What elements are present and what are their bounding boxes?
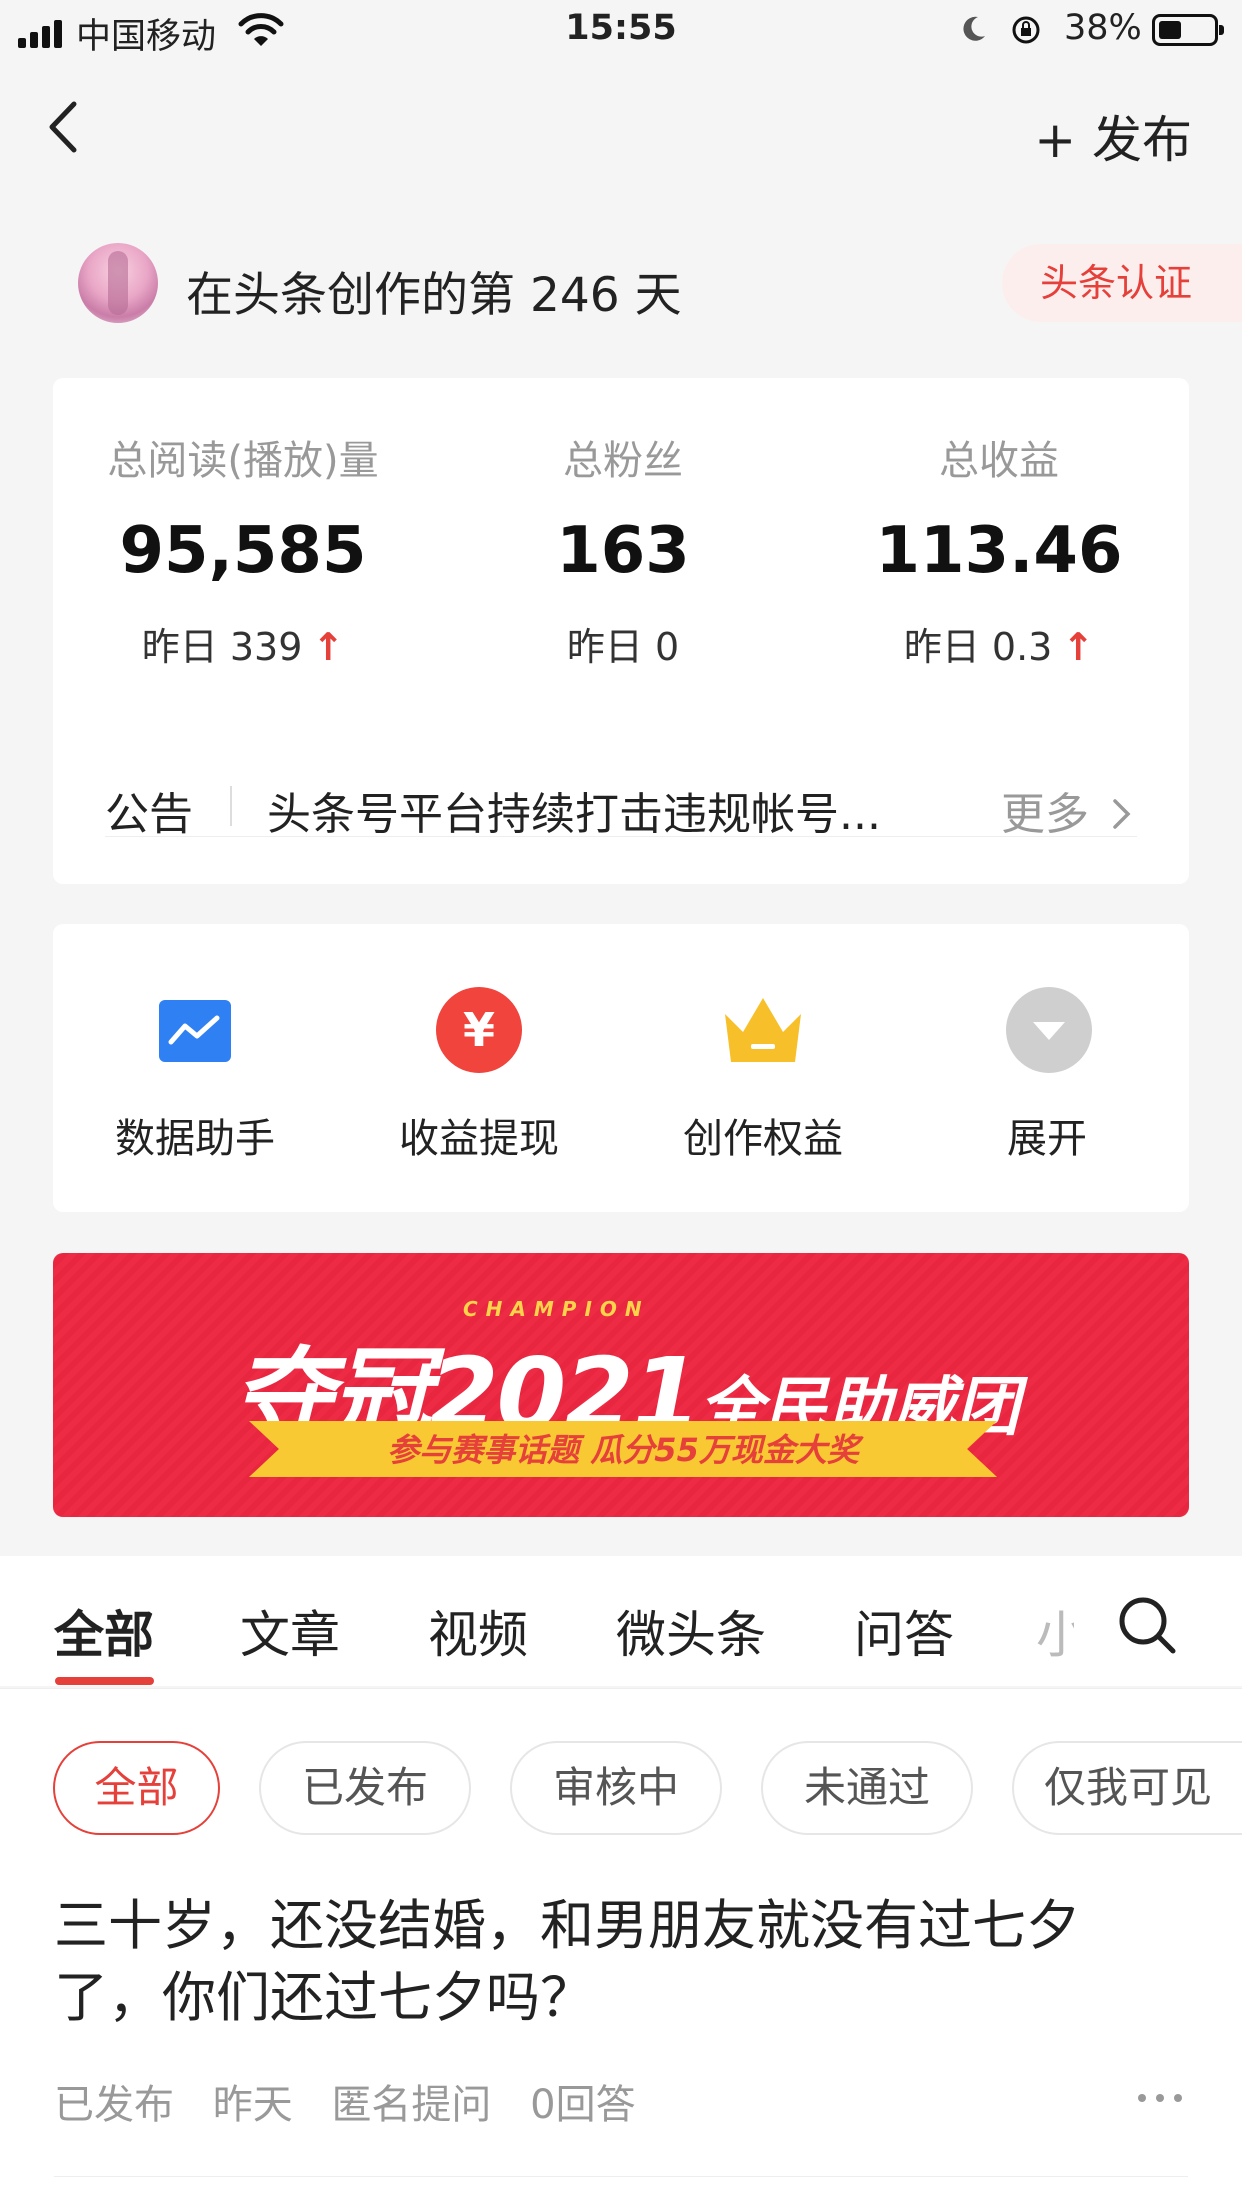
- tool-expand[interactable]: 展开: [905, 924, 1189, 1212]
- post-answers: 0回答: [530, 2082, 636, 2128]
- battery-percent: 38%: [1064, 8, 1142, 48]
- rotation-lock-icon: [1012, 16, 1040, 44]
- tool-label: 创作权益: [683, 1116, 843, 1162]
- status-bar: 中国移动 15:55 38%: [0, 0, 1242, 62]
- yuan-glyph: ¥: [463, 1003, 495, 1057]
- post-meta: 已发布 昨天 匿名提问 0回答: [54, 2072, 662, 2130]
- stat-sub-reads-text: 昨日 339: [141, 625, 303, 669]
- divider: [54, 2176, 1188, 2177]
- tab-all[interactable]: 全部: [54, 1595, 154, 1667]
- data-chart-icon: [159, 1000, 231, 1062]
- stat-value-reads[interactable]: 95,585: [53, 514, 433, 588]
- stat-value-income[interactable]: 113.46: [809, 514, 1189, 588]
- expand-icon: [1006, 987, 1092, 1073]
- yuan-icon: ¥: [436, 987, 522, 1073]
- tab-more-partial[interactable]: 小: [1036, 1595, 1074, 1667]
- post-type: 匿名提问: [331, 2082, 492, 2128]
- stat-label-reads: 总阅读(播放)量: [107, 438, 379, 484]
- tab-qa[interactable]: 问答: [854, 1595, 954, 1667]
- creation-days: 在头条创作的第 246 天: [186, 268, 682, 323]
- moon-icon: [963, 16, 985, 41]
- more-label: 更多: [1001, 789, 1089, 840]
- up-arrow-icon: ↑: [312, 625, 345, 669]
- tab-active-indicator: [55, 1677, 154, 1685]
- stat-value-fans[interactable]: 163: [433, 514, 813, 588]
- notice-label: 公告: [105, 789, 193, 840]
- tool-label: 展开: [1007, 1116, 1087, 1162]
- more-options-icon[interactable]: [1138, 2094, 1184, 2104]
- stat-sub-income-text: 昨日 0.3: [903, 625, 1053, 669]
- battery-icon: [1152, 14, 1224, 46]
- filter-private[interactable]: 仅我可见: [1012, 1741, 1242, 1835]
- stat-sub-fans: 昨日 0: [433, 616, 813, 671]
- status-time: 15:55: [565, 8, 677, 48]
- crown-icon: [725, 998, 801, 1062]
- filter-published[interactable]: 已发布: [259, 1741, 471, 1835]
- notice-separator: [230, 786, 232, 826]
- tool-creator-rights[interactable]: 创作权益: [621, 924, 905, 1212]
- banner-ribbon-text: 参与赛事话题 瓜分55万现金大奖: [387, 1431, 859, 1469]
- filter-reviewing[interactable]: 审核中: [510, 1741, 722, 1835]
- stats-card: 总阅读(播放)量 总粉丝 总收益 95,585 163 113.46 昨日 33…: [53, 378, 1189, 884]
- tool-data-assistant[interactable]: 数据助手: [53, 924, 337, 1212]
- stat-sub-income: 昨日 0.3 ↑: [809, 616, 1189, 671]
- tool-income-withdraw[interactable]: ¥ 收益提现: [337, 924, 621, 1212]
- stat-sub-fans-text: 昨日 0: [566, 625, 680, 669]
- chevron-right-icon: [1113, 799, 1131, 829]
- post-time: 昨天: [212, 2082, 293, 2128]
- post-status: 已发布: [54, 2082, 174, 2128]
- more-link[interactable]: 更多: [1001, 778, 1133, 842]
- tool-label: 收益提现: [399, 1116, 559, 1162]
- tab-videos[interactable]: 视频: [428, 1595, 528, 1667]
- tab-articles[interactable]: 文章: [240, 1595, 340, 1667]
- stat-label-income: 总收益: [939, 438, 1059, 484]
- tool-label: 数据助手: [115, 1116, 275, 1162]
- stat-label-fans: 总粉丝: [563, 438, 683, 484]
- notice-text[interactable]: 头条号平台持续打击违规帐号...: [267, 778, 881, 842]
- tools-card: 数据助手 ¥ 收益提现 创作权益 展开: [53, 924, 1189, 1212]
- tab-micro-toutiao[interactable]: 微头条: [616, 1595, 766, 1667]
- up-arrow-icon: ↑: [1062, 625, 1095, 669]
- filter-all[interactable]: 全部: [53, 1741, 220, 1835]
- promo-banner[interactable]: CHAMPION 夺冠2021全民助威团 参与赛事话题 瓜分55万现金大奖: [53, 1253, 1189, 1517]
- filter-rejected[interactable]: 未通过: [761, 1741, 973, 1835]
- certification-button[interactable]: 头条认证: [1002, 244, 1242, 322]
- post-title[interactable]: 三十岁，还没结婚，和男朋友就没有过七夕了，你们还过七夕吗？: [54, 1890, 1184, 2034]
- search-icon[interactable]: [1116, 1594, 1178, 1656]
- avatar[interactable]: [78, 243, 158, 323]
- stat-sub-reads: 昨日 339 ↑: [53, 616, 433, 671]
- back-arrow-icon[interactable]: [40, 92, 90, 162]
- publish-button[interactable]: + 发布: [1034, 100, 1192, 172]
